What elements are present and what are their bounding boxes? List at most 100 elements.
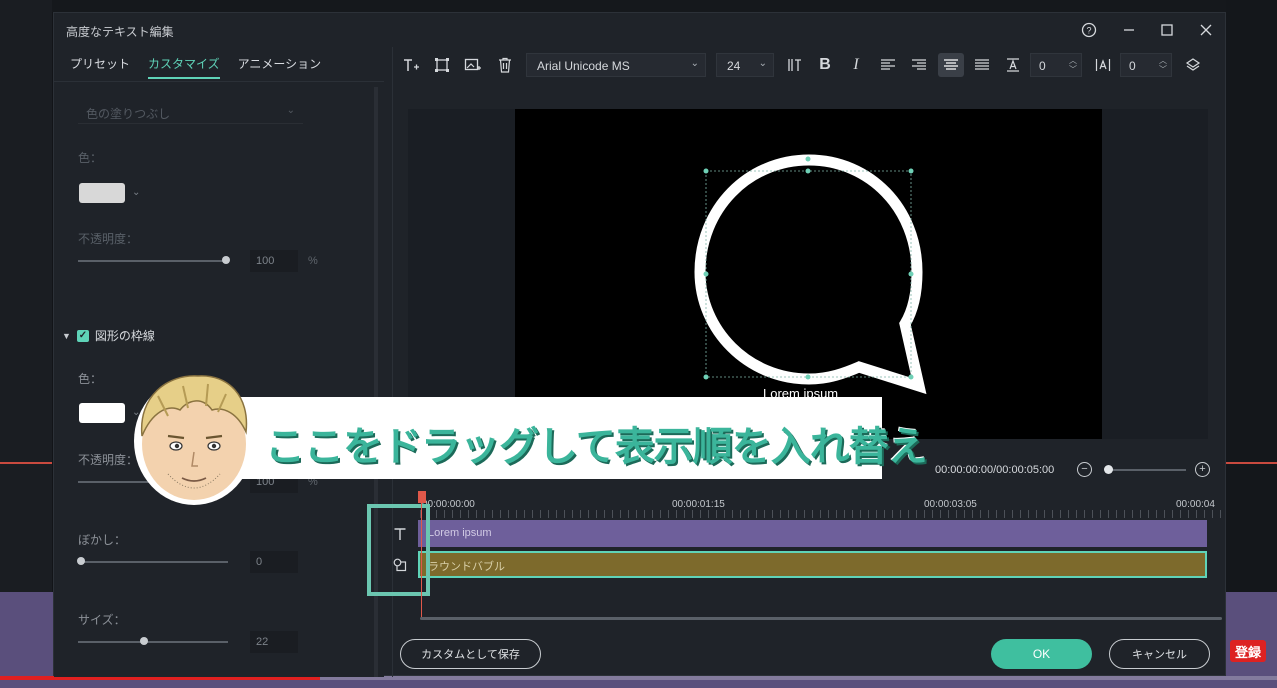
- char-spacing-button[interactable]: [1092, 55, 1114, 75]
- stepper-icon[interactable]: ︿ ﹀: [1159, 56, 1167, 74]
- line-spacing-button[interactable]: [1002, 55, 1024, 75]
- chevron-down-icon: ⌄: [758, 58, 767, 69]
- size-label: サイズ：: [78, 613, 126, 627]
- minimize-button[interactable]: [1117, 19, 1141, 41]
- help-button[interactable]: ?: [1077, 19, 1101, 41]
- text-toolbar: Arial Unicode MS ⌄ 24 ⌄ B I 0 ︿ ﹀ 0 ︿ ﹀: [394, 47, 1224, 83]
- timeline-scrollbar[interactable]: [420, 617, 1222, 620]
- fill-opacity-knob[interactable]: [222, 256, 230, 264]
- svg-text:?: ?: [1086, 26, 1091, 36]
- customize-panel: プリセット カスタマイズ アニメーション 色の塗りつぶし ⌄ 色： ⌄ 不透明度…: [54, 47, 384, 677]
- bold-icon: B: [819, 56, 831, 73]
- close-button[interactable]: [1194, 19, 1218, 41]
- align-center-icon: [944, 59, 958, 70]
- line-spacing-icon: [1007, 58, 1019, 72]
- fill-type-dropdown[interactable]: 色の塗りつぶし ⌄: [78, 100, 303, 124]
- bold-button[interactable]: B: [814, 55, 836, 75]
- text-height-icon: [788, 59, 801, 71]
- char-spacing-value: 0: [1129, 59, 1136, 73]
- align-left-button[interactable]: [877, 55, 899, 75]
- ruler-label: 00:00:03:05: [924, 499, 977, 510]
- add-text-icon: [404, 59, 419, 71]
- collapse-triangle-icon[interactable]: ▼: [62, 331, 71, 341]
- help-icon: ?: [1081, 22, 1097, 38]
- outline-color-label: 色：: [78, 372, 103, 386]
- playhead-handle[interactable]: [418, 491, 426, 503]
- preview-area: Lorem ipsum: [408, 109, 1208, 439]
- size-knob[interactable]: [140, 637, 148, 645]
- chevron-down-icon: ⌄: [286, 105, 295, 116]
- blur-input[interactable]: 0: [250, 551, 298, 573]
- avatar-illustration: [134, 375, 254, 505]
- char-spacing-icon: [1095, 59, 1111, 71]
- tab-preset[interactable]: プリセット: [70, 55, 130, 79]
- fill-opacity-input[interactable]: 100: [250, 250, 298, 272]
- text-track-clip[interactable]: Lorem ipsum: [418, 520, 1207, 547]
- align-left-icon: [881, 59, 895, 70]
- font-family-select[interactable]: Arial Unicode MS ⌄: [526, 53, 706, 77]
- fill-color-swatch[interactable]: [79, 183, 125, 203]
- tab-bar: プリセット カスタマイズ アニメーション: [70, 55, 321, 79]
- trash-icon: [499, 57, 511, 73]
- fill-type-value: 色の塗りつぶし: [86, 107, 171, 121]
- zoom-knob[interactable]: [1104, 465, 1113, 474]
- ok-button[interactable]: OK: [991, 639, 1092, 669]
- add-image-icon: [464, 58, 481, 71]
- shape-track-label: ラウンドバブル: [428, 561, 505, 573]
- fill-opacity-slider[interactable]: [78, 260, 228, 262]
- text-track-label: Lorem ipsum: [428, 527, 492, 539]
- zoom-slider[interactable]: [1106, 469, 1186, 471]
- overlay-caption: ここをドラッグして表示順を入れ替え: [265, 424, 928, 470]
- outline-section-header[interactable]: ▼ ✓ 図形の枠線: [62, 327, 155, 344]
- chevron-down-icon[interactable]: ⌄: [132, 187, 140, 198]
- add-shape-button[interactable]: [431, 55, 453, 75]
- line-spacing-input[interactable]: 0 ︿ ﹀: [1030, 53, 1082, 77]
- blur-label: ぼかし：: [78, 533, 127, 547]
- align-right-button[interactable]: [908, 55, 930, 75]
- add-text-button[interactable]: [400, 55, 422, 75]
- tab-customize[interactable]: カスタマイズ: [148, 55, 220, 79]
- background-left-panel: [0, 0, 52, 688]
- maximize-icon: [1161, 24, 1173, 36]
- tab-divider: [54, 81, 384, 82]
- line-spacing-value: 0: [1039, 59, 1046, 73]
- tab-animation[interactable]: アニメーション: [238, 55, 322, 79]
- blur-knob[interactable]: [77, 557, 85, 565]
- zoom-in-button[interactable]: +: [1195, 462, 1210, 477]
- outline-color-swatch[interactable]: [79, 403, 125, 423]
- maximize-button[interactable]: [1155, 19, 1179, 41]
- italic-button[interactable]: I: [845, 55, 867, 75]
- italic-icon: I: [853, 56, 859, 73]
- justify-icon: [975, 59, 989, 70]
- ruler-label: 00:00:04: [1176, 499, 1215, 510]
- preview-canvas[interactable]: Lorem ipsum: [515, 109, 1102, 439]
- playhead-line[interactable]: [421, 503, 422, 618]
- shape-frame-icon: [435, 58, 449, 72]
- char-spacing-input[interactable]: 0 ︿ ﹀: [1120, 53, 1172, 77]
- text-fit-button[interactable]: [784, 55, 806, 75]
- cancel-button[interactable]: キャンセル: [1109, 639, 1210, 669]
- delete-button[interactable]: [494, 55, 516, 75]
- zoom-out-button[interactable]: −: [1077, 462, 1092, 477]
- chevron-down-icon: ⌄: [690, 58, 699, 69]
- layer-order-button[interactable]: [1182, 55, 1204, 75]
- size-input[interactable]: 22: [250, 631, 298, 653]
- blur-slider[interactable]: [78, 561, 228, 563]
- size-slider[interactable]: [78, 641, 228, 643]
- align-center-button[interactable]: [938, 53, 964, 77]
- outline-checkbox[interactable]: ✓: [76, 329, 89, 342]
- align-right-icon: [912, 59, 926, 70]
- background-top-bar: [52, 0, 1277, 12]
- justify-button[interactable]: [971, 55, 993, 75]
- subscribe-badge[interactable]: 登録: [1230, 640, 1266, 662]
- font-size-select[interactable]: 24 ⌄: [716, 53, 774, 77]
- outline-section-title: 図形の枠線: [94, 329, 155, 343]
- add-image-button[interactable]: [462, 55, 484, 75]
- stepper-icon[interactable]: ︿ ﹀: [1069, 56, 1077, 74]
- minus-icon: −: [1081, 463, 1088, 475]
- timeline-ruler[interactable]: [420, 510, 1222, 518]
- shape-track-clip[interactable]: ラウンドバブル: [418, 551, 1207, 578]
- font-family-value: Arial Unicode MS: [537, 59, 630, 73]
- save-as-custom-button[interactable]: カスタムとして保存: [400, 639, 541, 669]
- timecode-display: 00:00:00:00/00:00:05:00: [935, 464, 1055, 476]
